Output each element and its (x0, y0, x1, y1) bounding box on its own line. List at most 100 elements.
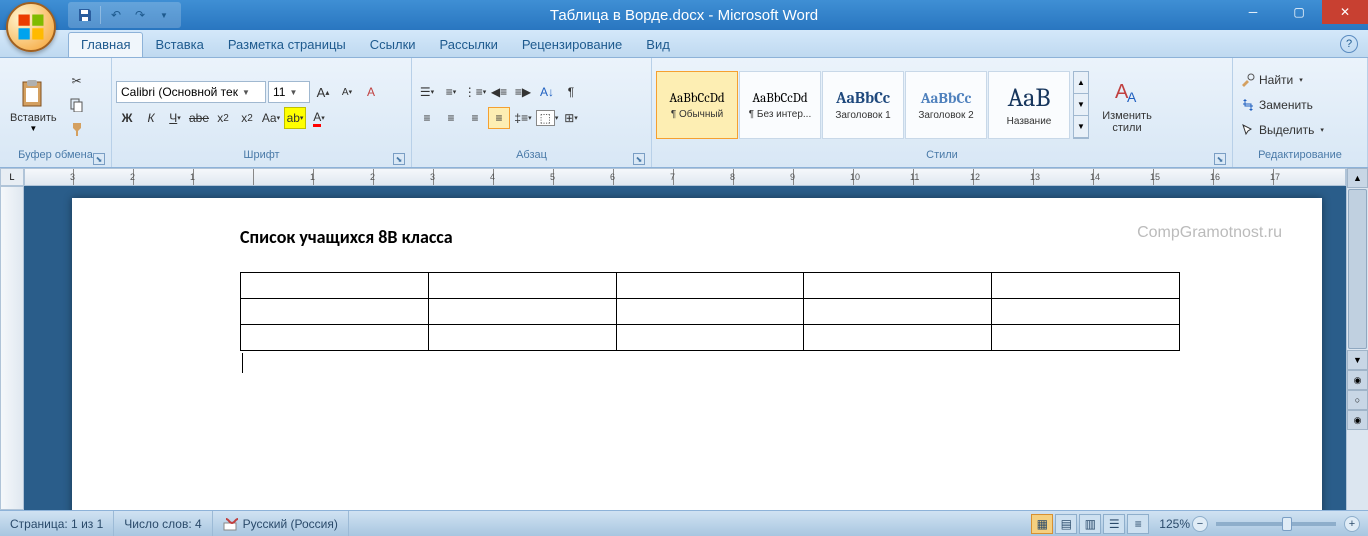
bullets-button[interactable]: ☰▾ (416, 81, 438, 103)
vertical-ruler[interactable] (0, 186, 24, 510)
tab-insert[interactable]: Вставка (143, 33, 215, 57)
change-case-button[interactable]: Aa▾ (260, 107, 282, 129)
indent-right-button[interactable]: ≡▶ (512, 81, 534, 103)
tab-mailings[interactable]: Рассылки (428, 33, 510, 57)
font-color-button[interactable]: A▾ (308, 107, 330, 129)
minimize-button[interactable]: ─ (1230, 0, 1276, 24)
numbering-button[interactable]: ≡▾ (440, 81, 462, 103)
office-logo-icon (6, 2, 56, 52)
zoom-in-button[interactable]: + (1344, 516, 1360, 532)
view-draft-icon[interactable]: ≡ (1127, 514, 1149, 534)
font-size-combo[interactable]: 11▼ (268, 81, 310, 103)
style-item[interactable]: AaBbCcDd¶ Обычный (656, 71, 738, 139)
strike-button[interactable]: abe (188, 107, 210, 129)
tab-layout[interactable]: Разметка страницы (216, 33, 358, 57)
gallery-up-icon[interactable]: ▲ (1074, 72, 1088, 94)
gallery-down-icon[interactable]: ▼ (1074, 94, 1088, 116)
shading-button[interactable]: ⬚▾ (536, 107, 558, 129)
select-button[interactable]: Выделить▾ (1237, 119, 1328, 141)
view-outline-icon[interactable]: ☰ (1103, 514, 1125, 534)
copy-icon[interactable] (66, 94, 88, 116)
find-button[interactable]: Найти▾ (1237, 69, 1328, 91)
borders-button[interactable]: ⊞▾ (560, 107, 582, 129)
gallery-more-icon[interactable]: ▼ (1074, 116, 1088, 138)
subscript-button[interactable]: x2 (212, 107, 234, 129)
undo-icon[interactable]: ↶ (105, 4, 127, 26)
group-paragraph: ☰▾ ≡▾ ⋮≡▾ ◀≡ ≡▶ A↓ ¶ ≡ ≡ ≡ ≡ ‡≡▾ ⬚▾ ⊞▾ А… (412, 58, 652, 167)
clear-format-icon[interactable]: A (360, 81, 382, 103)
next-page-icon[interactable]: ◉ (1347, 410, 1368, 430)
style-gallery: AaBbCcDd¶ ОбычныйAaBbCcDd¶ Без интер...A… (656, 71, 1070, 139)
zoom-out-button[interactable]: − (1192, 516, 1208, 532)
ribbon-tabs: Главная Вставка Разметка страницы Ссылки… (0, 30, 1368, 58)
align-center-button[interactable]: ≡ (440, 107, 462, 129)
replace-button[interactable]: Заменить (1237, 94, 1328, 116)
view-print-layout-icon[interactable]: ▦ (1031, 514, 1053, 534)
save-icon[interactable] (74, 4, 96, 26)
paste-button[interactable]: Вставить ▼ (4, 65, 63, 145)
browse-object-icon[interactable]: ○ (1347, 390, 1368, 410)
grow-font-icon[interactable]: A▴ (312, 81, 334, 103)
gallery-scroll[interactable]: ▲ ▼ ▼ (1073, 71, 1089, 139)
format-painter-icon[interactable] (66, 118, 88, 140)
scroll-up-icon[interactable]: ▲ (1347, 168, 1368, 188)
font-launcher[interactable]: ⬊ (393, 153, 405, 165)
group-clipboard: Вставить ▼ ✂ Буфер обмена⬊ (0, 58, 112, 167)
italic-button[interactable]: К (140, 107, 162, 129)
clipboard-launcher[interactable]: ⬊ (93, 153, 105, 165)
document-heading[interactable]: Список учащихся 8В класса (240, 226, 1154, 248)
highlight-button[interactable]: ab▾ (284, 107, 306, 129)
maximize-button[interactable]: ▢ (1276, 0, 1322, 24)
group-styles: AaBbCcDd¶ ОбычныйAaBbCcDd¶ Без интер...A… (652, 58, 1233, 167)
styles-launcher[interactable]: ⬊ (1214, 153, 1226, 165)
scroll-thumb[interactable] (1348, 189, 1367, 349)
redo-icon[interactable]: ↷ (129, 4, 151, 26)
change-styles-button[interactable]: AA Изменить стили (1092, 65, 1162, 145)
zoom-slider[interactable] (1216, 522, 1336, 526)
style-item[interactable]: AaBНазвание (988, 71, 1070, 139)
style-item[interactable]: AaBbCcЗаголовок 1 (822, 71, 904, 139)
line-spacing-button[interactable]: ‡≡▾ (512, 107, 534, 129)
show-marks-button[interactable]: ¶ (560, 81, 582, 103)
status-language[interactable]: Русский (Россия) (213, 511, 349, 536)
bold-button[interactable]: Ж (116, 107, 138, 129)
watermark: CompGramotnost.ru (1137, 224, 1282, 242)
prev-page-icon[interactable]: ◉ (1347, 370, 1368, 390)
view-web-icon[interactable]: ▥ (1079, 514, 1101, 534)
status-words[interactable]: Число слов: 4 (114, 511, 212, 536)
justify-button[interactable]: ≡ (488, 107, 510, 129)
horizontal-ruler[interactable]: 3211234567891011121314151617 (24, 168, 1346, 186)
page[interactable]: CompGramotnost.ru Список учащихся 8В кла… (72, 198, 1322, 510)
qat-dropdown-icon[interactable]: ▼ (153, 4, 175, 26)
help-icon[interactable]: ? (1340, 35, 1358, 53)
tab-view[interactable]: Вид (634, 33, 682, 57)
scroll-down-icon[interactable]: ▼ (1347, 350, 1368, 370)
font-name-combo[interactable]: Calibri (Основной тек▼ (116, 81, 266, 103)
underline-button[interactable]: Ч▾ (164, 107, 186, 129)
align-left-button[interactable]: ≡ (416, 107, 438, 129)
document-table[interactable] (240, 272, 1180, 351)
svg-text:A: A (1127, 89, 1137, 105)
view-reading-icon[interactable]: ▤ (1055, 514, 1077, 534)
paragraph-launcher[interactable]: ⬊ (633, 153, 645, 165)
close-button[interactable]: ✕ (1322, 0, 1368, 24)
multilevel-button[interactable]: ⋮≡▾ (464, 81, 486, 103)
ribbon: Вставить ▼ ✂ Буфер обмена⬊ Calibri (Осно… (0, 58, 1368, 168)
superscript-button[interactable]: x2 (236, 107, 258, 129)
indent-left-button[interactable]: ◀≡ (488, 81, 510, 103)
zoom-level[interactable]: 125% (1159, 517, 1190, 531)
cut-icon[interactable]: ✂ (66, 70, 88, 92)
style-item[interactable]: AaBbCcЗаголовок 2 (905, 71, 987, 139)
sort-button[interactable]: A↓ (536, 81, 558, 103)
ruler-corner[interactable]: L (0, 168, 24, 186)
status-page[interactable]: Страница: 1 из 1 (0, 511, 114, 536)
office-button[interactable] (6, 2, 62, 58)
shrink-font-icon[interactable]: A▾ (336, 81, 358, 103)
tab-home[interactable]: Главная (68, 32, 143, 57)
align-right-button[interactable]: ≡ (464, 107, 486, 129)
vertical-scrollbar[interactable]: ▲ ▼ ◉ ○ ◉ (1346, 168, 1368, 510)
style-item[interactable]: AaBbCcDd¶ Без интер... (739, 71, 821, 139)
tab-review[interactable]: Рецензирование (510, 33, 634, 57)
tab-references[interactable]: Ссылки (358, 33, 428, 57)
document-area: CompGramotnost.ru Список учащихся 8В кла… (24, 186, 1346, 510)
